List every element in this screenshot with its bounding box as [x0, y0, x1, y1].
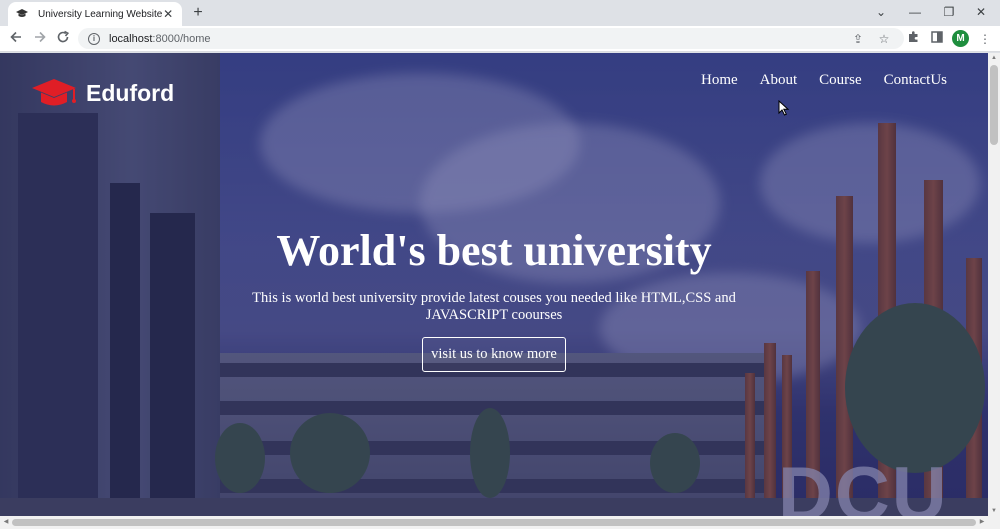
- scroll-left-icon[interactable]: ◀: [0, 516, 12, 529]
- kebab-menu-icon[interactable]: ⋮: [975, 29, 995, 49]
- hero-title: World's best university: [276, 226, 712, 275]
- address-bar[interactable]: i localhost:8000/home ⇪ ☆: [78, 28, 904, 49]
- puzzle-icon[interactable]: [903, 29, 923, 49]
- nav-home[interactable]: Home: [701, 72, 738, 89]
- vertical-scroll-thumb[interactable]: [990, 65, 998, 145]
- mouse-cursor-icon: [778, 100, 790, 116]
- horizontal-scrollbar[interactable]: ◀ ▶: [0, 516, 1000, 529]
- scroll-down-icon[interactable]: ▼: [988, 506, 1000, 516]
- star-icon[interactable]: ☆: [874, 29, 894, 49]
- browser-tab[interactable]: University Learning Website ✕: [8, 2, 182, 26]
- side-panel-icon[interactable]: [927, 29, 947, 49]
- close-window-button[interactable]: ✕: [966, 2, 996, 22]
- nav-about[interactable]: About: [760, 72, 798, 89]
- reload-icon[interactable]: [53, 29, 73, 49]
- browser-toolbar: i localhost:8000/home ⇪ ☆ M ⋮: [0, 26, 1000, 52]
- url-host: localhost: [109, 32, 153, 45]
- tab-strip: University Learning Website ✕ + ⌄ — ❐ ✕: [0, 0, 1000, 26]
- main-nav: Home About Course ContactUs: [679, 72, 947, 89]
- new-tab-button[interactable]: +: [188, 4, 208, 22]
- restore-button[interactable]: ❐: [934, 2, 964, 22]
- graduation-cap-logo-icon: [32, 79, 76, 106]
- graduation-cap-icon: [16, 7, 28, 21]
- nav-contactus[interactable]: ContactUs: [884, 72, 947, 89]
- hero-section: DCU Eduford Home About Course ContactUs …: [0, 53, 988, 516]
- horizontal-scroll-thumb[interactable]: [12, 519, 976, 526]
- minimize-button[interactable]: —: [900, 2, 930, 22]
- url-text: localhost:8000/home: [109, 33, 211, 45]
- forward-arrow-icon[interactable]: [30, 29, 50, 49]
- share-icon[interactable]: ⇪: [848, 29, 868, 49]
- hero-content: World's best university This is world be…: [0, 225, 988, 372]
- url-path: :8000/home: [152, 32, 211, 45]
- tab-title: University Learning Website: [38, 8, 163, 20]
- visit-us-button[interactable]: visit us to know more: [422, 337, 566, 372]
- info-icon[interactable]: i: [88, 32, 100, 45]
- vertical-scrollbar[interactable]: ▲ ▼: [988, 53, 1000, 516]
- scroll-right-icon[interactable]: ▶: [976, 516, 988, 529]
- brand-name: Eduford: [86, 79, 175, 106]
- nav-course[interactable]: Course: [819, 72, 862, 89]
- page-viewport: DCU Eduford Home About Course ContactUs …: [0, 53, 988, 516]
- back-arrow-icon[interactable]: [6, 29, 26, 49]
- close-tab-icon[interactable]: ✕: [162, 7, 174, 21]
- scroll-up-icon[interactable]: ▲: [988, 53, 1000, 63]
- site-logo[interactable]: Eduford: [30, 73, 174, 113]
- tab-search-icon[interactable]: ⌄: [866, 2, 896, 22]
- profile-avatar[interactable]: M: [952, 30, 969, 47]
- hero-subtitle: This is world best university provide la…: [252, 290, 736, 323]
